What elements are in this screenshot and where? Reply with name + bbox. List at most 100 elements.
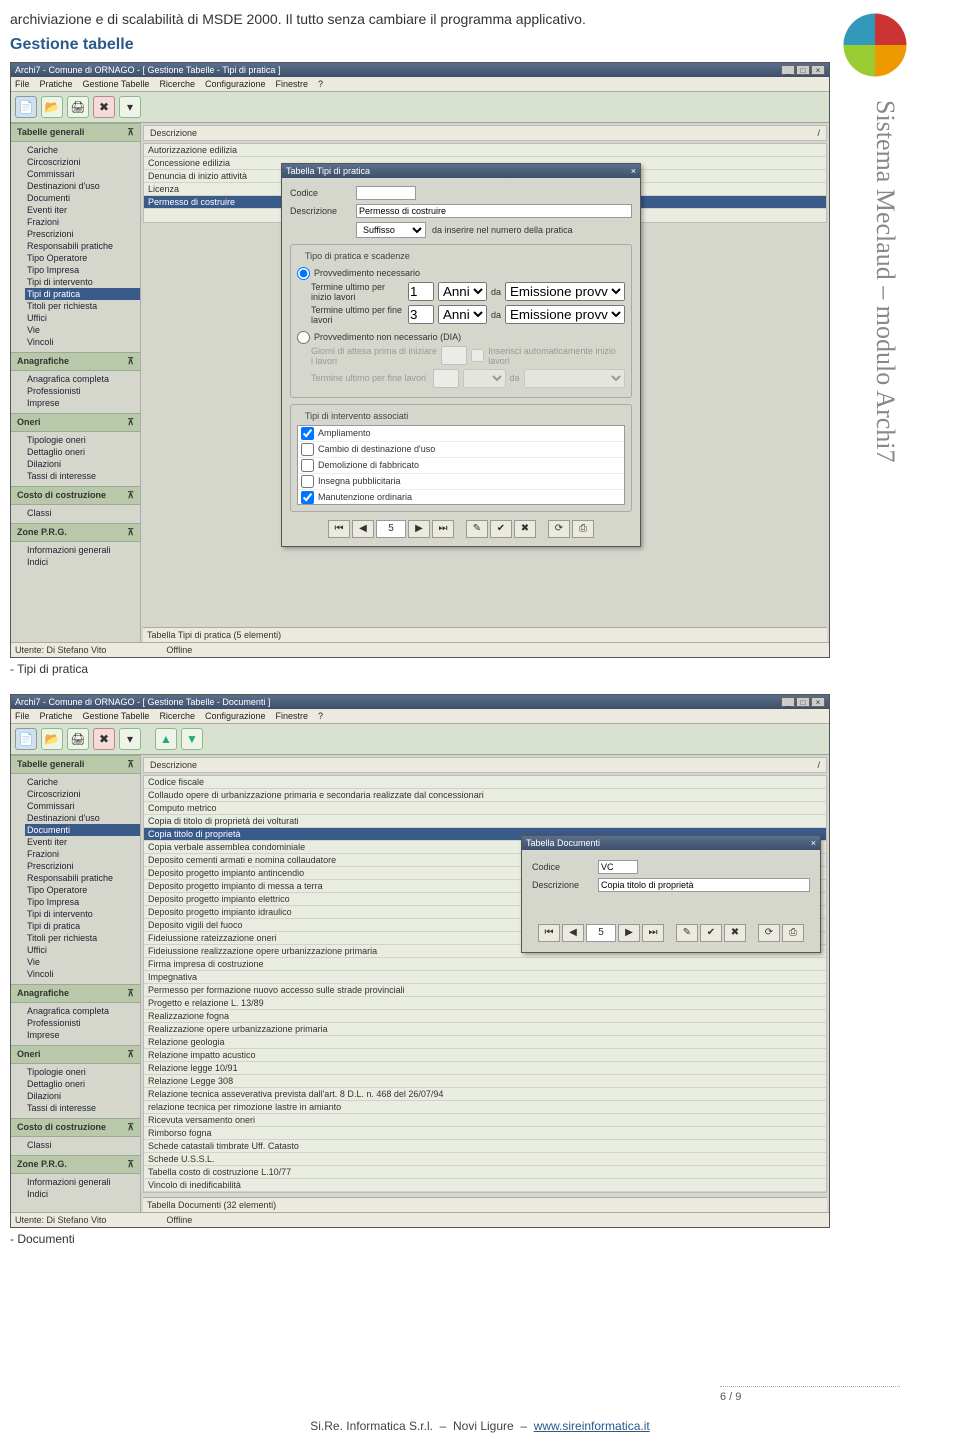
- list-item[interactable]: Permesso per formazione nuovo accesso su…: [144, 984, 826, 997]
- sidebar-group-header[interactable]: Zone P.R.G.⊼: [11, 523, 140, 542]
- check-item[interactable]: Ampliamento: [298, 426, 624, 442]
- footer-link[interactable]: www.sireinformatica.it: [534, 1419, 650, 1433]
- menu-item[interactable]: Finestre: [276, 79, 309, 89]
- sidebar-item[interactable]: Anagrafica completa: [27, 373, 140, 385]
- sidebar-group-header[interactable]: Oneri⊼: [11, 1045, 140, 1064]
- sidebar-item[interactable]: Responsabili pratiche: [27, 240, 140, 252]
- list-item[interactable]: Realizzazione fogna: [144, 1010, 826, 1023]
- descrizione-input[interactable]: [598, 878, 810, 892]
- down-triangle-icon[interactable]: ▼: [181, 728, 203, 750]
- sidebar-group-header[interactable]: Zone P.R.G.⊼: [11, 1155, 140, 1174]
- sidebar-item[interactable]: Cariche: [27, 144, 140, 156]
- sidebar-item[interactable]: Documenti: [27, 192, 140, 204]
- list-item[interactable]: Impegnativa: [144, 971, 826, 984]
- interventi-list[interactable]: AmpliamentoCambio di destinazione d'usoD…: [297, 425, 625, 505]
- list-item[interactable]: Vincolo di inedificabilità: [144, 1179, 826, 1192]
- sidebar-item[interactable]: Eventi iter: [27, 204, 140, 216]
- list-item[interactable]: Copia di titolo di proprietà dei voltura…: [144, 815, 826, 828]
- sidebar-item[interactable]: Indici: [27, 556, 140, 568]
- menu-item[interactable]: File: [15, 79, 30, 89]
- sidebar-item[interactable]: Dilazioni: [27, 1090, 140, 1102]
- list-item[interactable]: Relazione Legge 308: [144, 1075, 826, 1088]
- term2-event[interactable]: Emissione provvedimento: [505, 305, 625, 324]
- sidebar-item[interactable]: Dettaglio oneri: [27, 1078, 140, 1090]
- sidebar-item[interactable]: Tipologie oneri: [27, 1066, 140, 1078]
- sidebar-item[interactable]: Informazioni generali: [27, 544, 140, 556]
- sidebar-item[interactable]: Tipo Impresa: [27, 896, 140, 908]
- sidebar-item[interactable]: Tassi di interesse: [27, 470, 140, 482]
- list-item[interactable]: Progetto e relazione L. 13/89: [144, 997, 826, 1010]
- record-nav[interactable]: ⏮◀5▶⏭ ✎✔✖ ⟳⎙: [532, 924, 810, 942]
- sidebar-item[interactable]: Frazioni: [27, 216, 140, 228]
- list-item[interactable]: relazione tecnica per rimozione lastre i…: [144, 1101, 826, 1114]
- menu-bar[interactable]: FilePraticheGestione TabelleRicercheConf…: [11, 709, 829, 724]
- list-item[interactable]: Autorizzazione edilizia: [144, 144, 826, 157]
- sidebar-item[interactable]: Professionisti: [27, 385, 140, 397]
- menu-item[interactable]: Gestione Tabelle: [83, 79, 150, 89]
- record-nav[interactable]: ⏮◀5▶⏭ ✎✔✖ ⟳⎙: [290, 520, 632, 538]
- sidebar-item[interactable]: Tipologie oneri: [27, 434, 140, 446]
- sidebar-item[interactable]: Vie: [27, 956, 140, 968]
- sidebar-item[interactable]: Tipo Operatore: [27, 252, 140, 264]
- sidebar-item[interactable]: Prescrizioni: [27, 860, 140, 872]
- sidebar-group-header[interactable]: Tabelle generali⊼: [11, 123, 140, 142]
- sidebar-item[interactable]: Tipo Operatore: [27, 884, 140, 896]
- term1-unit[interactable]: Anni: [438, 282, 487, 301]
- menu-item[interactable]: ?: [318, 79, 323, 89]
- list-item[interactable]: Relazione legge 10/91: [144, 1062, 826, 1075]
- sidebar-group-header[interactable]: Anagrafiche⊼: [11, 984, 140, 1003]
- dropdown-icon[interactable]: ▾: [119, 728, 141, 750]
- sidebar-item[interactable]: Eventi iter: [27, 836, 140, 848]
- list-item[interactable]: Schede U.S.S.L.: [144, 1153, 826, 1166]
- sidebar-item[interactable]: Dettaglio oneri: [27, 446, 140, 458]
- list-item[interactable]: Firma impresa di costruzione: [144, 958, 826, 971]
- sidebar-item[interactable]: Destinazioni d'uso: [27, 812, 140, 824]
- sidebar-item[interactable]: Tipi di intervento: [27, 276, 140, 288]
- sidebar-item[interactable]: Circoscrizioni: [27, 788, 140, 800]
- column-header[interactable]: Descrizione/: [143, 757, 827, 773]
- menu-item[interactable]: Pratiche: [40, 711, 73, 721]
- toolbar[interactable]: 📄 📂 🖨 ✖ ▾ ▲ ▼: [11, 724, 829, 755]
- sidebar-item[interactable]: Informazioni generali: [27, 1176, 140, 1188]
- sidebar-item[interactable]: Classi: [27, 1139, 140, 1151]
- menu-item[interactable]: File: [15, 711, 30, 721]
- sidebar-item[interactable]: Vie: [27, 324, 140, 336]
- sidebar-item[interactable]: Uffici: [27, 312, 140, 324]
- sidebar-group-header[interactable]: Costo di costruzione⊼: [11, 486, 140, 505]
- list-item[interactable]: Ricevuta versamento oneri: [144, 1114, 826, 1127]
- check-item[interactable]: Manutenzione ordinaria: [298, 490, 624, 505]
- suffisso-select[interactable]: Suffisso: [356, 222, 426, 238]
- delete-icon[interactable]: ✖: [93, 96, 115, 118]
- list-item[interactable]: Rimborso fogna: [144, 1127, 826, 1140]
- sidebar-item[interactable]: Titoli per richiesta: [27, 932, 140, 944]
- sidebar-item[interactable]: Tipo Impresa: [27, 264, 140, 276]
- term2-num[interactable]: [408, 305, 434, 324]
- sidebar-item[interactable]: Tipi di intervento: [27, 908, 140, 920]
- sidebar-item[interactable]: Titoli per richiesta: [27, 300, 140, 312]
- sidebar-item[interactable]: Destinazioni d'uso: [27, 180, 140, 192]
- new-icon[interactable]: 📄: [15, 96, 37, 118]
- sidebar-item[interactable]: Tipi di pratica: [27, 920, 140, 932]
- list-item[interactable]: Relazione impatto acustico: [144, 1049, 826, 1062]
- sidebar-group-header[interactable]: Anagrafiche⊼: [11, 352, 140, 371]
- menu-item[interactable]: ?: [318, 711, 323, 721]
- list-item[interactable]: Relazione geologia: [144, 1036, 826, 1049]
- sidebar-item[interactable]: Circoscrizioni: [27, 156, 140, 168]
- toolbar[interactable]: 📄 📂 🖨 ✖ ▾: [11, 92, 829, 123]
- codice-input[interactable]: [598, 860, 638, 874]
- term2-unit[interactable]: Anni: [438, 305, 487, 324]
- up-triangle-icon[interactable]: ▲: [155, 728, 177, 750]
- sidebar-item[interactable]: Vincoli: [27, 336, 140, 348]
- list-item[interactable]: Codice fiscale: [144, 776, 826, 789]
- radio-provv-nec[interactable]: [297, 267, 310, 280]
- menu-item[interactable]: Ricerche: [159, 711, 195, 721]
- menu-item[interactable]: Ricerche: [159, 79, 195, 89]
- sidebar-group-header[interactable]: Tabelle generali⊼: [11, 755, 140, 774]
- check-item[interactable]: Cambio di destinazione d'uso: [298, 442, 624, 458]
- print-icon[interactable]: 🖨: [67, 96, 89, 118]
- sidebar-item[interactable]: Tipi di pratica: [25, 288, 140, 300]
- sidebar-item[interactable]: Professionisti: [27, 1017, 140, 1029]
- codice-input[interactable]: [356, 186, 416, 200]
- menu-bar[interactable]: FilePraticheGestione TabelleRicercheConf…: [11, 77, 829, 92]
- column-header[interactable]: Descrizione/: [143, 125, 827, 141]
